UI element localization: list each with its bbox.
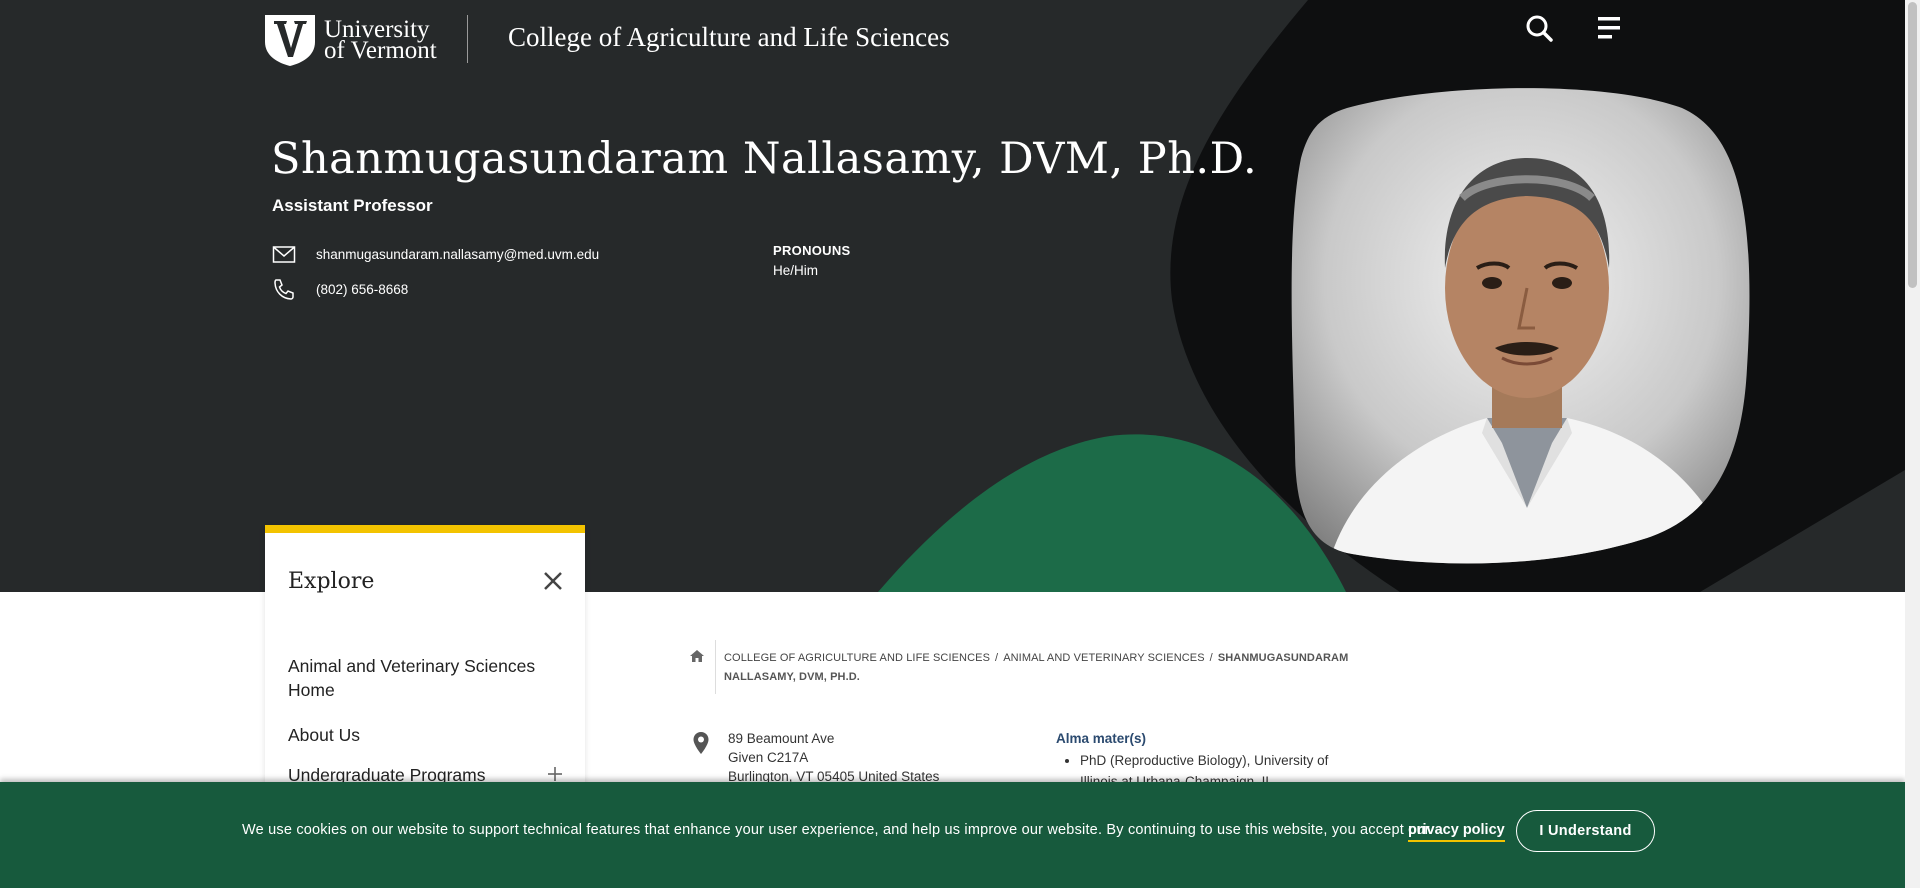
pronouns-block: PRONOUNS He/Him [773,243,851,278]
phone-link[interactable]: (802) 656-8668 [316,282,408,297]
page-scrollbar[interactable] [1905,0,1920,888]
college-name-link[interactable]: College of Agriculture and Life Sciences [508,22,950,53]
cookie-banner: We use cookies on our website to support… [0,782,1905,888]
pronouns-value: He/Him [773,263,819,278]
pronouns-label: PRONOUNS [773,243,851,258]
phone-row: (802) 656-8668 [272,278,408,300]
menu-icon[interactable] [1594,14,1626,44]
profile-title: Assistant Professor [272,196,433,215]
email-link[interactable]: shanmugasundaram.nallasamy@med.uvm.edu [316,247,599,262]
search-icon[interactable] [1524,14,1556,44]
hero-banner: University of Vermont College of Agricul… [0,0,1905,592]
explore-title: Explore [288,569,375,594]
explore-item-home[interactable]: Animal and Veterinary Sciences Home [288,654,538,702]
close-icon[interactable] [543,571,563,591]
explore-item-about[interactable]: About Us [288,723,360,747]
breadcrumb-link-department[interactable]: Animal and Veterinary Sciences [1003,652,1204,664]
address-line-1: 89 Beamount Ave [728,731,835,746]
envelope-icon [272,246,296,263]
profile-photo [1291,88,1750,564]
scrollbar-thumb[interactable] [1908,2,1917,288]
breadcrumb-separator: / [1209,652,1213,664]
logo-wordmark: University of Vermont [324,17,437,64]
email-row: shanmugasundaram.nallasamy@med.uvm.edu [272,243,599,265]
cookie-message: We use cookies on our website to support… [242,822,1430,838]
accept-cookies-button[interactable]: I Understand [1516,810,1655,852]
uvm-shield-icon [265,15,315,66]
home-icon[interactable] [689,649,705,663]
privacy-policy-link[interactable]: privacy policy [1408,822,1505,842]
header-divider [467,15,468,63]
breadcrumb-link-college[interactable]: College of Agriculture and Life Sciences [724,652,990,664]
breadcrumb-separator: / [995,652,999,664]
breadcrumb: College of Agriculture and Life Sciences… [724,649,1364,687]
breadcrumb-divider [715,640,716,694]
map-pin-icon [693,732,709,754]
phone-icon [274,279,294,300]
alma-mater-label: Alma mater(s) [1056,731,1147,746]
profile-name: Shanmugasundaram Nallasamy, DVM, Ph.D. [271,134,1258,184]
expand-plus-icon[interactable] [547,766,563,782]
address-line-2: Given C217A [728,750,809,765]
address-block: 89 Beamount Ave Given C217A Burlington, … [728,729,939,786]
logo-line-2: of Vermont [324,37,437,64]
uvm-logo[interactable]: University of Vermont [264,14,437,66]
